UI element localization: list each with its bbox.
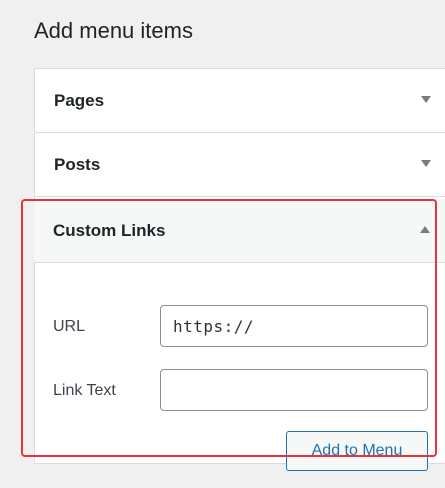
url-label: URL xyxy=(53,318,86,335)
add-to-menu-button[interactable]: Add to Menu xyxy=(286,431,428,471)
posts-section-title: Posts xyxy=(54,155,101,174)
url-input[interactable] xyxy=(160,305,428,347)
triangle-up-icon xyxy=(420,226,430,233)
pages-section-toggle[interactable]: Pages xyxy=(35,69,445,133)
custom-links-section-title: Custom Links xyxy=(53,221,166,240)
triangle-down-icon xyxy=(421,160,431,167)
pages-section-title: Pages xyxy=(54,91,105,110)
triangle-down-icon xyxy=(421,96,431,103)
panel-heading: Add menu items xyxy=(34,18,193,43)
link-text-input[interactable] xyxy=(160,369,428,411)
posts-section-toggle[interactable]: Posts xyxy=(35,133,445,197)
link-text-label: Link Text xyxy=(53,382,116,399)
custom-links-section-toggle[interactable]: Custom Links xyxy=(34,199,445,263)
add-menu-items-panel: Add menu items Pages Posts Custom Links … xyxy=(0,0,445,488)
